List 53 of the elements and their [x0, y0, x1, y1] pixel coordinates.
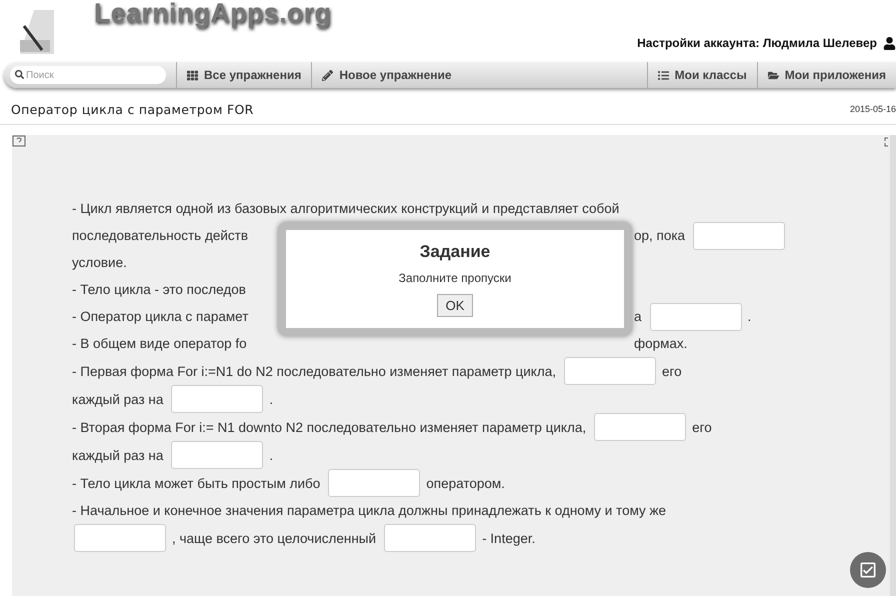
dialog-message: Заполните пропуски	[398, 271, 512, 285]
nav-link[interactable]: Новое упражнение	[311, 62, 647, 88]
date-text: 2015-05-16	[850, 104, 896, 114]
exercise-text: , чаще всего это целочисленный	[172, 530, 376, 546]
exercise-text: последовательность действ	[72, 228, 248, 243]
exercise-text: оператором.	[426, 476, 505, 490]
exercise-text: ор, пока	[634, 228, 686, 243]
pencil-icon	[322, 70, 334, 80]
folder-icon	[768, 70, 779, 80]
check-button[interactable]	[850, 552, 886, 588]
exercise-text: каждый раз на	[72, 448, 164, 462]
exercise-text: его	[662, 364, 682, 378]
exercise-text: .	[269, 392, 274, 406]
exercise-text: - Вторая форма For i:= N1 downto N2 последовательно изменяет параметр цикла,	[72, 420, 586, 434]
exercise-text: его	[692, 420, 712, 434]
exercise-text: - Первая форма For i:=N1 do N2 последовательно изменяет параметр цикла,	[72, 364, 556, 378]
exercise-text: формах.	[634, 336, 688, 351]
answer-field[interactable]	[693, 222, 786, 250]
exercise-text: - В общем виде оператор fo	[72, 336, 247, 351]
answer-field[interactable]	[650, 302, 742, 330]
dialog-title: Задание	[420, 242, 490, 262]
exercise-text: .	[269, 448, 274, 462]
exercise-text: а	[634, 309, 642, 324]
nav-link[interactable]: Мои классы	[646, 62, 757, 88]
nav-link[interactable]: Мои приложения	[756, 62, 896, 88]
exercise-text: - Тело цикла - это последов	[72, 282, 246, 297]
answer-field[interactable]	[564, 357, 656, 385]
user-icon	[883, 36, 896, 50]
exercise-text: - Цикл является одной из базовых алгоритмических конструкций и представляет собой	[72, 201, 620, 216]
grid-icon	[187, 70, 198, 80]
check-icon	[858, 560, 878, 580]
exercise-title: Оператор цикла с параметром FOR	[11, 102, 254, 116]
exercise-text: условие.	[72, 255, 127, 270]
ok-button[interactable]: OK	[436, 294, 474, 317]
exercise-text: каждый раз на	[72, 392, 164, 406]
exercise-text: - Integer.	[482, 530, 536, 546]
search-icon	[15, 70, 24, 79]
exercise-text: - Тело цикла может быть простым либо	[72, 476, 320, 490]
site-logo[interactable]: LearningApps.org	[94, 0, 332, 29]
answer-field[interactable]	[594, 413, 686, 441]
exercise-text: - Оператор цикла с парамет	[72, 309, 248, 324]
answer-field[interactable]	[74, 524, 166, 552]
answer-field[interactable]	[171, 441, 264, 469]
help-icon[interactable]	[12, 135, 28, 149]
search-field[interactable]: Поиск	[10, 66, 166, 84]
answer-field[interactable]	[171, 385, 264, 413]
exercise-text: .	[748, 309, 752, 324]
nav-link[interactable]: Все упражнения	[176, 62, 312, 88]
exercise-text: - Начальное и конечное значения параметра цикла должны принадлежать к одному и тому же	[72, 503, 666, 518]
account-settings-link[interactable]: Настройки аккаунта: Людмила Шелевер	[637, 36, 877, 50]
answer-field[interactable]	[384, 524, 476, 552]
list-icon	[658, 70, 669, 80]
answer-field[interactable]	[328, 469, 420, 497]
